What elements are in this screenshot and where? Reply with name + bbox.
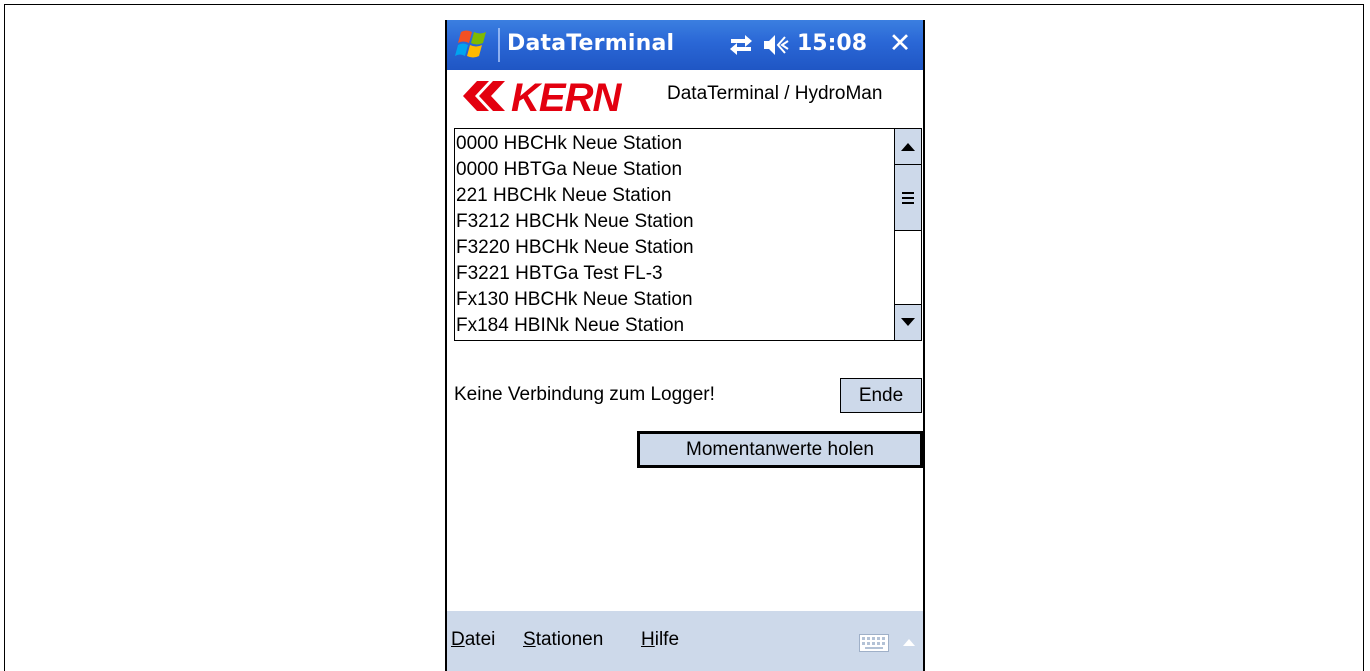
app-header: KERN DataTerminal / HydroMan bbox=[447, 75, 923, 115]
menu-datei-label: atei bbox=[464, 629, 496, 650]
windows-flag-icon[interactable] bbox=[455, 26, 495, 64]
keyboard-icon[interactable] bbox=[859, 634, 889, 652]
menu-bar: Datei Stationen Hilfe bbox=[447, 611, 923, 671]
momentanwerte-holen-button[interactable]: Momentanwerte holen bbox=[637, 431, 923, 468]
list-item[interactable]: 0000 HBTGa Neue Station bbox=[456, 157, 894, 183]
scroll-up-button[interactable] bbox=[895, 129, 921, 165]
kern-logo: KERN bbox=[463, 77, 623, 115]
connection-status: Keine Verbindung zum Logger! bbox=[454, 384, 715, 405]
list-item[interactable]: Fx184 HBINk Neue Station bbox=[456, 313, 894, 339]
svg-text:KERN: KERN bbox=[511, 77, 622, 115]
arrow-down-icon bbox=[901, 318, 915, 326]
list-item[interactable]: 0000 HBCHk Neue Station bbox=[456, 131, 894, 157]
device-screen: DataTerminal 15:08 ✕ KERN DataTerminal /… bbox=[445, 20, 925, 671]
clock[interactable]: 15:08 bbox=[797, 31, 867, 56]
connectivity-icon[interactable] bbox=[727, 31, 755, 59]
station-list-items: 0000 HBCHk Neue Station 0000 HBTGa Neue … bbox=[456, 131, 894, 339]
ende-button[interactable]: Ende bbox=[840, 378, 922, 413]
station-list[interactable]: 0000 HBCHk Neue Station 0000 HBTGa Neue … bbox=[454, 128, 922, 341]
list-item[interactable]: 221 HBCHk Neue Station bbox=[456, 183, 894, 209]
list-scrollbar[interactable] bbox=[894, 129, 921, 340]
scroll-thumb[interactable] bbox=[895, 165, 921, 231]
title-bar: DataTerminal 15:08 ✕ bbox=[447, 20, 923, 70]
arrow-up-icon bbox=[901, 143, 915, 151]
menu-stationen[interactable]: Stationen bbox=[523, 629, 603, 651]
menu-hilfe[interactable]: Hilfe bbox=[641, 629, 679, 651]
grip-icon bbox=[902, 192, 914, 207]
input-menu-arrow-icon[interactable] bbox=[903, 639, 915, 646]
app-subtitle: DataTerminal / HydroMan bbox=[667, 83, 883, 104]
speaker-off-icon[interactable] bbox=[762, 32, 790, 58]
menu-datei-accel: D bbox=[451, 629, 465, 650]
window-title: DataTerminal bbox=[507, 31, 675, 56]
list-item[interactable]: F3220 HBCHk Neue Station bbox=[456, 235, 894, 261]
scroll-down-button[interactable] bbox=[895, 304, 921, 340]
menu-stationen-label: tationen bbox=[535, 629, 604, 650]
close-button[interactable]: ✕ bbox=[885, 29, 915, 59]
list-item[interactable]: Fx130 HBCHk Neue Station bbox=[456, 287, 894, 313]
menu-hilfe-label: ilfe bbox=[654, 629, 680, 650]
list-item[interactable]: F3212 HBCHk Neue Station bbox=[456, 209, 894, 235]
menu-datei[interactable]: Datei bbox=[451, 629, 495, 651]
title-separator bbox=[498, 28, 500, 62]
list-item[interactable]: F3221 HBTGa Test FL-3 bbox=[456, 261, 894, 287]
menu-hilfe-accel: H bbox=[641, 629, 655, 650]
menu-stationen-accel: S bbox=[523, 629, 536, 650]
